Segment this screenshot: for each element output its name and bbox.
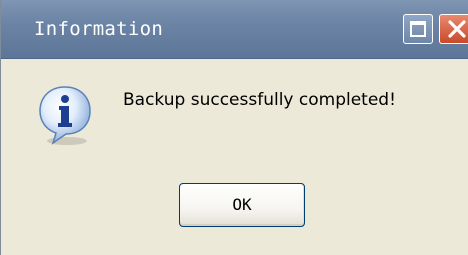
close-icon [448,20,466,38]
ok-button[interactable]: OK [179,183,305,227]
restore-button[interactable] [403,14,433,44]
close-button[interactable] [439,14,468,44]
window-title: Information [34,18,164,40]
info-icon [39,86,91,145]
message-text: Backup successfully completed! [123,90,396,110]
title-bar[interactable]: Information [1,0,468,59]
restore-icon [410,21,426,37]
information-dialog: Information Backup successfully complete… [0,0,468,255]
